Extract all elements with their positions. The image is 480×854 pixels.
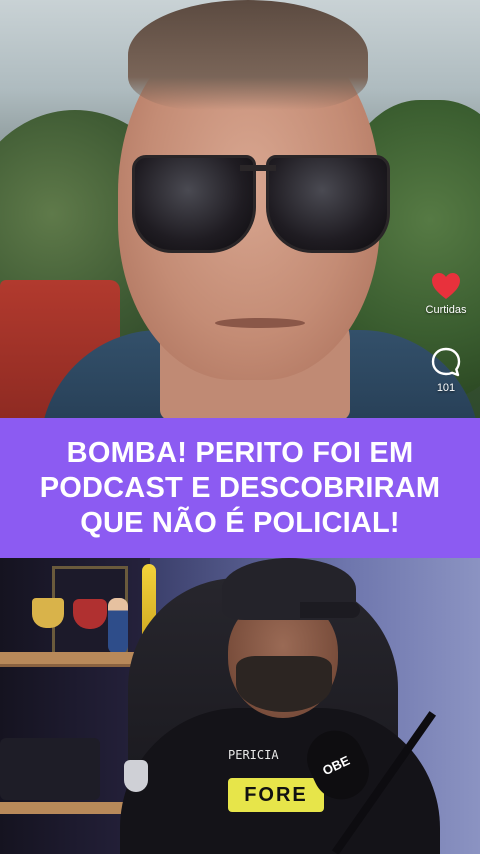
man-hair [128,0,368,110]
top-video[interactable] [0,0,480,418]
emblem-icon [73,599,107,629]
host-cap-brim [300,602,360,618]
like-label: Curtidas [425,304,467,316]
comment-icon [418,346,474,378]
heart-icon [418,272,474,300]
comment-button[interactable]: 101 [418,346,474,394]
comment-count: 101 [436,382,456,394]
shoulder-patch [124,760,148,792]
black-case [0,738,100,800]
badge-icon [32,598,64,628]
shelf-bottom [0,802,140,814]
sunglasses-bridge [240,165,276,171]
police-figurine [108,598,128,654]
headline-text: BOMBA! PERITO FOI EM PODCAST E DESCOBRIR… [39,436,441,539]
man-mouth [215,318,305,328]
host-beard [236,656,332,712]
sunglasses-left-lens [132,155,256,253]
headline-banner: BOMBA! PERITO FOI EM PODCAST E DESCOBRIR… [0,418,480,558]
like-button[interactable]: Curtidas [418,272,474,316]
sunglasses-right-lens [266,155,390,253]
bottom-video[interactable]: PERICIA FORE OBE [0,558,480,854]
shirt-print: FORE [228,778,324,812]
